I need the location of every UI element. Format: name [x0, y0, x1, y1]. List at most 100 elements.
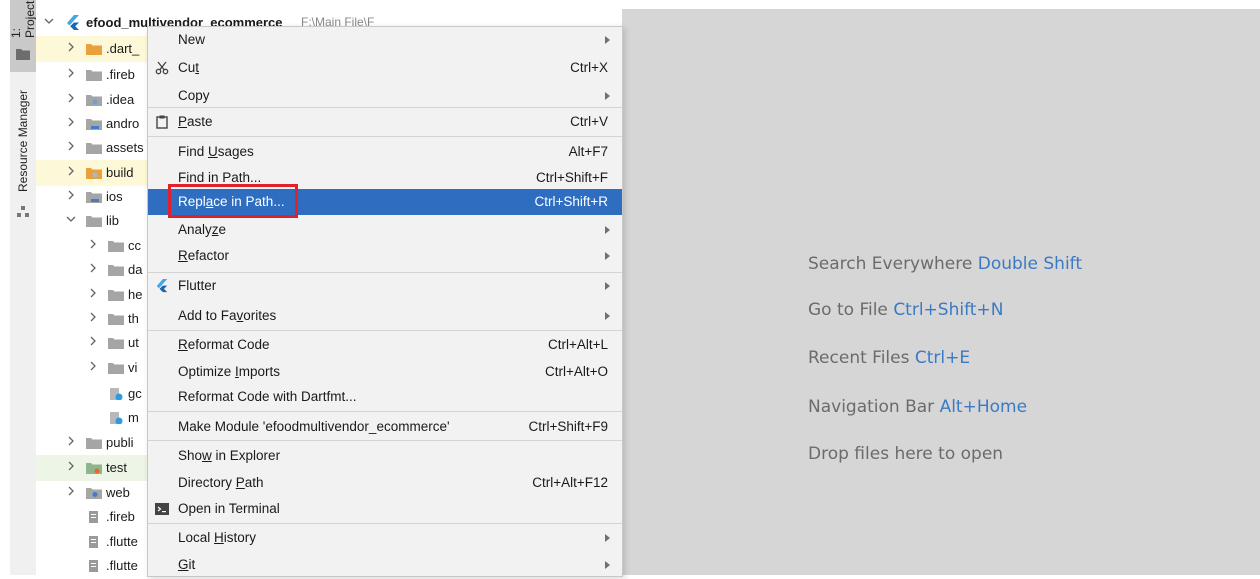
chevron-right-icon[interactable] — [66, 141, 76, 151]
folder-icon — [108, 265, 124, 276]
menu-item-label: Paste — [178, 114, 213, 129]
menu-item-add-to-favorites[interactable]: Add to Favorites — [148, 303, 622, 329]
menu-item-reformat-code-with-dartfmt[interactable]: Reformat Code with Dartfmt... — [148, 384, 622, 410]
menu-separator — [148, 136, 622, 137]
menu-item-new[interactable]: New — [148, 27, 622, 53]
chevron-right-icon[interactable] — [88, 312, 98, 322]
folder-icon — [86, 216, 102, 227]
menu-item-cut[interactable]: Cut Ctrl+X — [148, 55, 622, 81]
menu-item-label: Reformat Code — [178, 337, 270, 352]
tree-row-label: lib — [106, 213, 120, 228]
editor-empty-area[interactable]: Search Everywhere Double Shift Go to Fil… — [622, 9, 1260, 575]
menu-separator — [148, 411, 622, 412]
chevron-right-icon[interactable] — [66, 190, 76, 200]
menu-item-label: Refactor — [178, 248, 230, 263]
folder-icon — [108, 363, 124, 374]
folder-icon — [16, 49, 30, 60]
chevron-right-icon[interactable] — [66, 42, 76, 52]
menu-item-label: Git — [178, 557, 196, 572]
submenu-arrow-icon — [605, 226, 610, 234]
menu-item-shortcut: Ctrl+X — [570, 60, 608, 75]
flutter-icon — [156, 279, 168, 293]
menu-separator — [148, 330, 622, 331]
menu-item-paste[interactable]: Paste Ctrl+V — [148, 109, 622, 135]
menu-item-flutter[interactable]: Flutter — [148, 273, 622, 299]
chevron-right-icon[interactable] — [66, 166, 76, 176]
chevron-right-icon[interactable] — [88, 263, 98, 273]
tree-row-label: gc — [128, 386, 142, 401]
tree-row-label: he — [128, 287, 143, 302]
menu-item-analyze[interactable]: Analyze — [148, 217, 622, 243]
menu-item-shortcut: Ctrl+Shift+F9 — [528, 419, 608, 434]
tree-row-label: ios — [106, 189, 123, 204]
menu-item-label: Directory Path — [178, 475, 264, 490]
hint-key: Ctrl+Shift+N — [893, 300, 1004, 320]
chevron-right-icon[interactable] — [88, 239, 98, 249]
resource-manager-icon — [17, 206, 29, 217]
menu-item-label: Reformat Code with Dartfmt... — [178, 389, 357, 404]
hint-navigation-bar: Navigation Bar Alt+Home — [808, 397, 1028, 417]
chevron-right-icon[interactable] — [66, 461, 76, 471]
hint-drop-files: Drop files here to open — [808, 444, 1004, 464]
folder-icon — [86, 438, 102, 449]
chevron-right-icon[interactable] — [66, 486, 76, 496]
submenu-arrow-icon — [605, 312, 610, 320]
dart-file-icon — [110, 412, 123, 424]
menu-item-label: Find Usages — [178, 144, 254, 159]
hint-key: Alt+Home — [939, 397, 1028, 417]
chevron-right-icon[interactable] — [66, 93, 76, 103]
tree-row-label: .flutte — [106, 558, 138, 573]
menu-item-reformat-code[interactable]: Reformat Code Ctrl+Alt+L — [148, 332, 622, 358]
menu-item-local-history[interactable]: Local History — [148, 525, 622, 551]
chevron-right-icon[interactable] — [66, 68, 76, 78]
tree-row-label: ut — [128, 335, 139, 350]
chevron-right-icon[interactable] — [88, 288, 98, 298]
menu-item-make-module-efoodmultivendor-ecommerce[interactable]: Make Module 'efoodmultivendor_ecommerce'… — [148, 414, 622, 440]
menu-item-find-usages[interactable]: Find Usages Alt+F7 — [148, 139, 622, 165]
menu-item-label: Cut — [178, 60, 200, 75]
menu-item-shortcut: Ctrl+V — [570, 114, 608, 129]
submenu-arrow-icon — [605, 561, 610, 569]
menu-item-label: Make Module 'efoodmultivendor_ecommerce' — [178, 419, 450, 434]
menu-item-git[interactable]: Git — [148, 552, 622, 578]
chevron-down-icon[interactable] — [44, 16, 54, 26]
tree-row-label: .idea — [106, 92, 135, 107]
file-icon — [89, 536, 98, 548]
menu-item-directory-path[interactable]: Directory Path Ctrl+Alt+F12 — [148, 470, 622, 496]
menu-item-copy[interactable]: Copy — [148, 83, 622, 109]
menu-item-label: New — [178, 32, 206, 47]
menu-item-show-in-explorer[interactable]: Show in Explorer — [148, 443, 622, 469]
resource-manager-tool-button[interactable]: Resource Manager — [10, 82, 36, 200]
tree-row-label: da — [128, 262, 143, 277]
file-icon — [89, 560, 98, 572]
menu-item-refactor[interactable]: Refactor — [148, 243, 622, 269]
hint-key: Ctrl+E — [914, 348, 971, 368]
folder-module-icon — [86, 192, 102, 203]
tree-row-label: cc — [128, 238, 141, 253]
menu-item-label: Open in Terminal — [178, 501, 280, 516]
menu-item-shortcut: Alt+F7 — [568, 144, 608, 159]
clipboard-icon — [156, 115, 168, 129]
chevron-right-icon[interactable] — [88, 336, 98, 346]
project-tool-button[interactable]: 1: Project — [9, 0, 37, 72]
menu-item-open-in-terminal[interactable]: Open in Terminal — [148, 496, 622, 522]
chevron-down-icon[interactable] — [66, 214, 76, 224]
scissors-icon — [155, 61, 169, 75]
tree-row-label: .flutte — [106, 534, 138, 549]
tree-row-label: .dart_ — [106, 41, 140, 56]
chevron-right-icon[interactable] — [66, 117, 76, 127]
chevron-right-icon[interactable] — [88, 361, 98, 371]
folder-icon — [108, 338, 124, 349]
hint-key: Double Shift — [977, 254, 1083, 274]
folder-config-icon — [86, 95, 102, 106]
submenu-arrow-icon — [605, 36, 610, 44]
submenu-arrow-icon — [605, 252, 610, 260]
menu-item-label: Local History — [178, 530, 257, 545]
chevron-right-icon[interactable] — [66, 436, 76, 446]
menu-item-optimize-imports[interactable]: Optimize Imports Ctrl+Alt+O — [148, 359, 622, 385]
menu-item-label: Show in Explorer — [178, 448, 281, 463]
tree-row-label: build — [106, 165, 134, 180]
menu-item-label: Flutter — [178, 278, 217, 293]
folder-icon — [108, 290, 124, 301]
tree-row-label: publi — [106, 435, 134, 450]
